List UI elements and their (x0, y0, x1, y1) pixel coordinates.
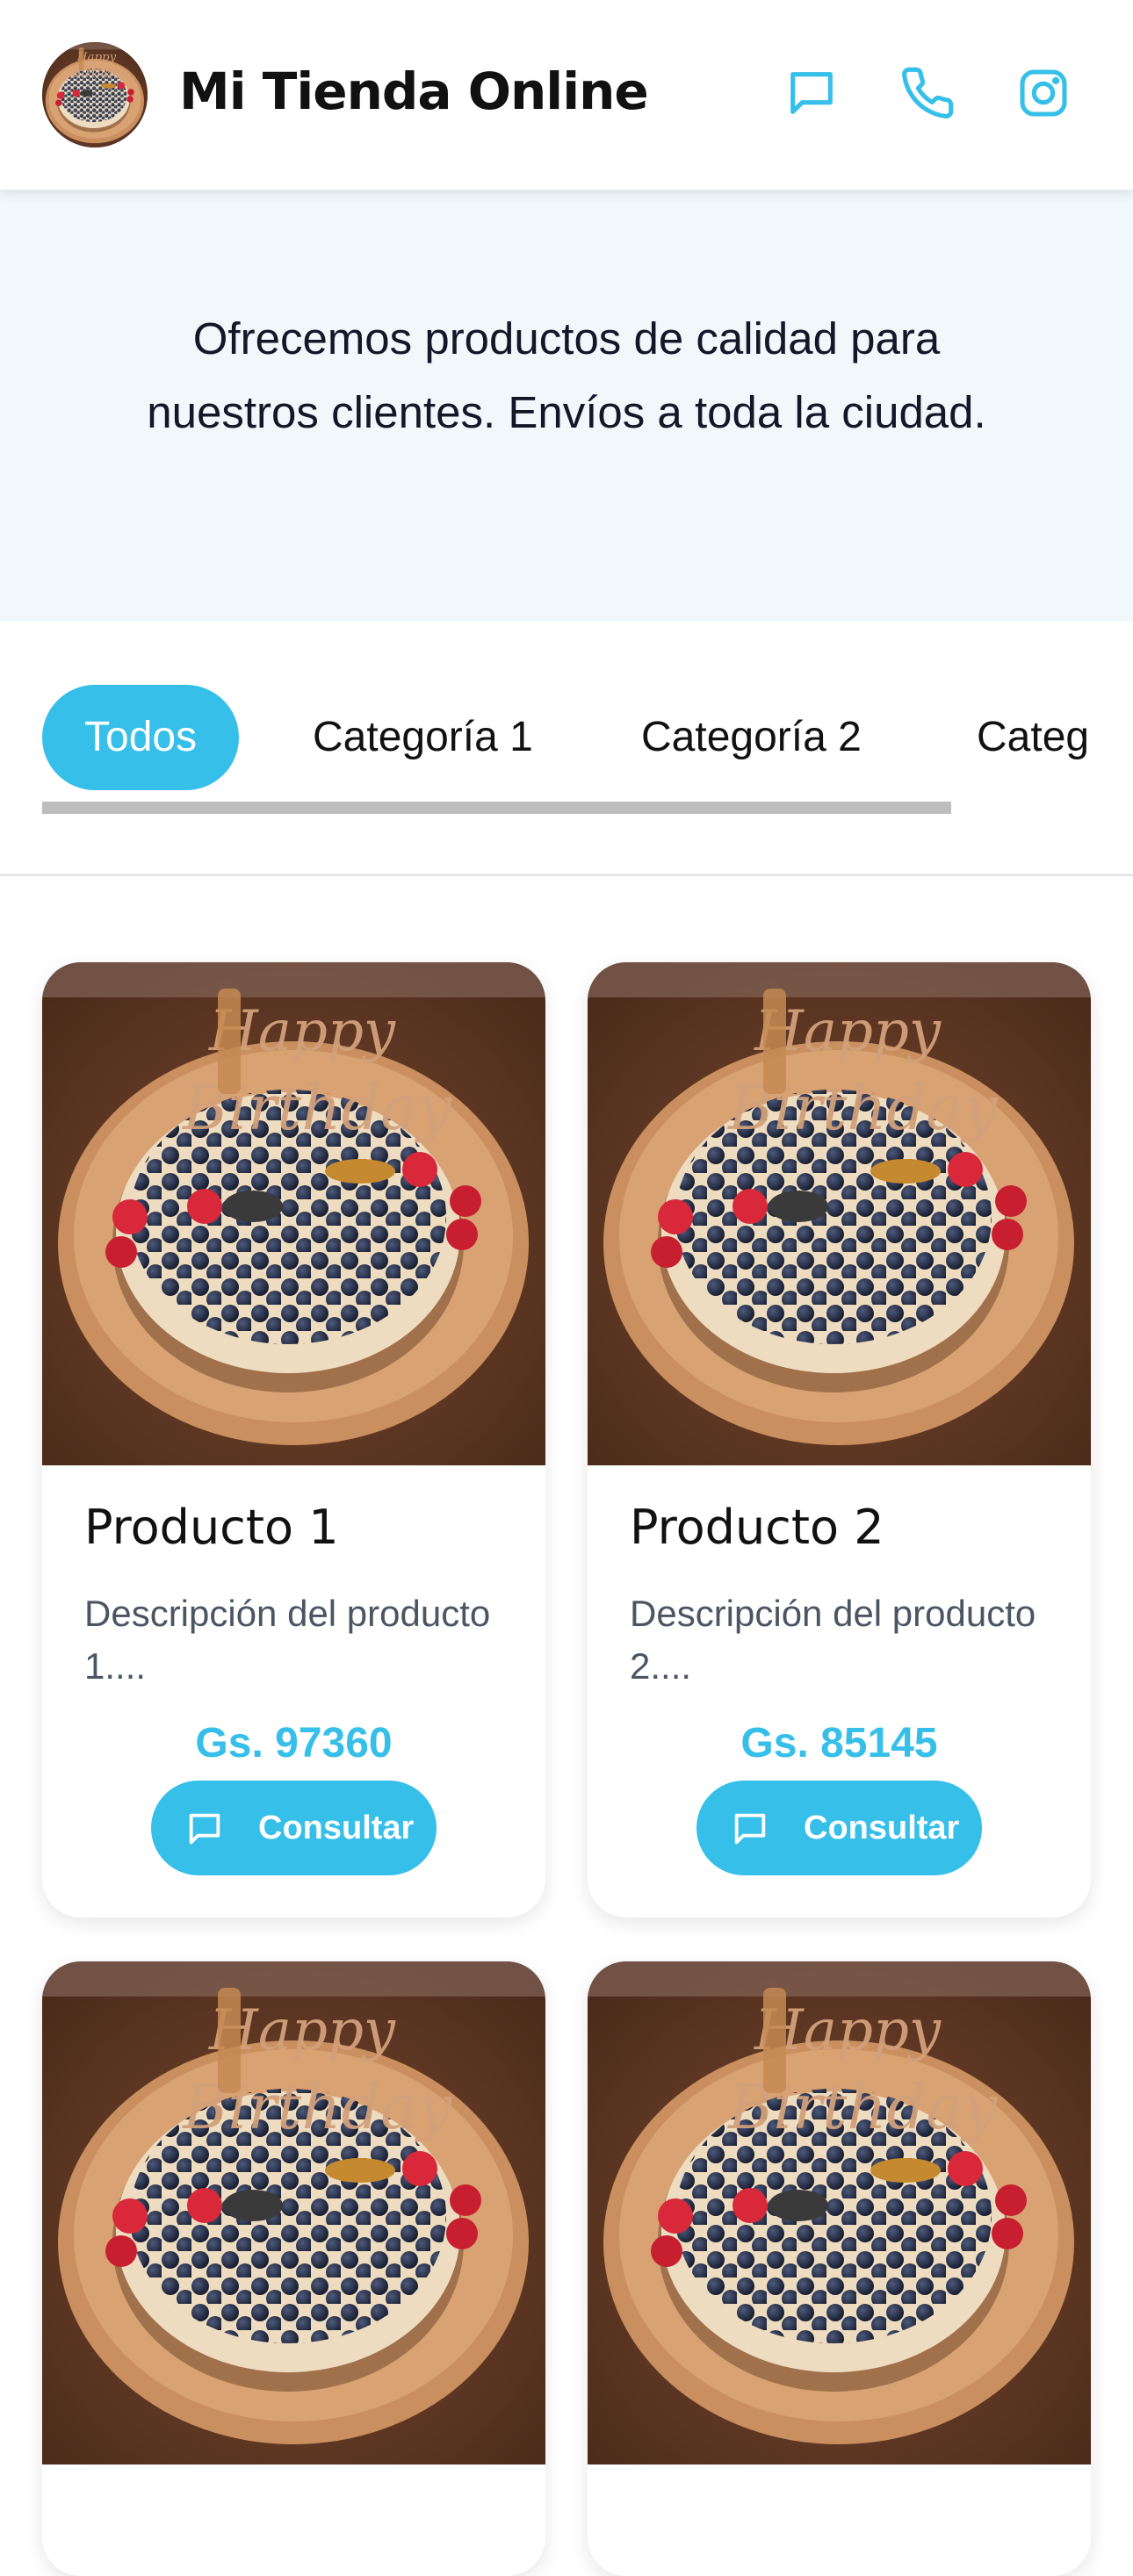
product-description: Descripción del producto 1.... (84, 1593, 491, 1687)
product-name: Producto 1 (84, 1500, 339, 1555)
product-card[interactable] (588, 1961, 1091, 2576)
product-card[interactable]: Producto 2 Descripción del producto 2...… (588, 962, 1091, 1918)
product-card[interactable]: Producto 1 Descripción del producto 1...… (42, 962, 545, 1918)
tab-categoria-2[interactable]: Categoría 2 (641, 685, 862, 790)
phone-icon[interactable] (899, 65, 956, 121)
consult-button[interactable]: Consultar (151, 1781, 437, 1875)
consult-button-label: Consultar (258, 1810, 415, 1846)
store-logo[interactable] (42, 42, 148, 148)
tab-categoria-3[interactable]: Categ (977, 685, 1089, 790)
store-name: Mi Tienda Online (179, 61, 649, 121)
instagram-icon[interactable] (1015, 65, 1072, 121)
product-image (42, 1961, 545, 2464)
tabs-scrollbar[interactable] (42, 802, 951, 814)
consult-button-label: Consultar (804, 1810, 960, 1846)
hero-banner: Ofrecemos productos de calidad para nues… (0, 190, 1133, 622)
message-icon (184, 1809, 225, 1849)
consult-button[interactable]: Consultar (696, 1781, 982, 1875)
product-description: Descripción del producto 2.... (630, 1593, 1036, 1687)
tab-categoria-1[interactable]: Categoría 1 (313, 685, 533, 790)
hero-description: Ofrecemos productos de calidad para nues… (147, 313, 986, 437)
product-price: Gs. 97360 (195, 1720, 393, 1767)
category-tabs: Todos Categoría 1 Categoría 2 Categ (0, 622, 1133, 876)
product-price: Gs. 85145 (740, 1720, 938, 1767)
product-image (588, 962, 1091, 1465)
product-name: Producto 2 (630, 1500, 884, 1555)
product-card[interactable] (42, 1961, 545, 2576)
app-header: Mi Tienda Online (0, 0, 1133, 190)
message-icon[interactable] (783, 65, 840, 121)
tab-todos[interactable]: Todos (42, 685, 240, 790)
product-image (588, 1961, 1091, 2464)
message-icon (730, 1809, 770, 1849)
product-image (42, 962, 545, 1465)
